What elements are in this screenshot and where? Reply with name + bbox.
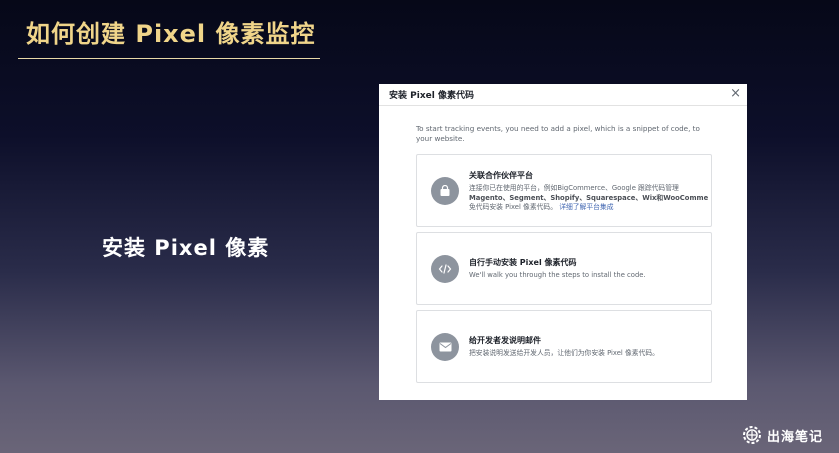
brand-name: 出海笔记 (767, 429, 824, 445)
option-desc-line: 连接你已在使用的平台，例如BigCommerce、Google 跟踪代码管理 (469, 184, 679, 192)
option-desc-line: We'll walk you through the steps to inst… (469, 271, 646, 279)
option-desc-line: 免代码安装 Pixel 像素代码。 详细了解平台集成 (469, 203, 614, 211)
dialog-header: 安装 Pixel 像素代码 × (379, 84, 747, 106)
dialog-intro-text: To start tracking events, you need to ad… (416, 124, 700, 143)
install-pixel-dialog: 安装 Pixel 像素代码 × To start tracking events… (379, 84, 747, 400)
option-title: 关联合作伙伴平台 (469, 171, 533, 180)
learn-more-link[interactable]: 详细了解平台集成 (559, 203, 613, 211)
envelope-icon (431, 333, 459, 361)
title-underline (18, 58, 320, 59)
brand-logo: 出海笔记 (741, 424, 823, 446)
slide-title: 如何创建 Pixel 像素监控 (26, 20, 316, 48)
slide-subtitle: 安装 Pixel 像素 (102, 236, 270, 260)
option-manual-install[interactable]: 自行手动安装 Pixel 像素代码 We'll walk you through… (416, 232, 712, 305)
close-icon[interactable]: × (730, 86, 741, 102)
shopping-bag-icon (431, 177, 459, 205)
option-title: 给开发者发说明邮件 (469, 336, 541, 345)
code-icon (431, 255, 459, 283)
option-partner-platform[interactable]: 关联合作伙伴平台 连接你已在使用的平台，例如BigCommerce、Google… (416, 154, 712, 227)
option-email-developer[interactable]: 给开发者发说明邮件 把安装说明发送给开发人员，让他们为你安装 Pixel 像素代… (416, 310, 712, 383)
option-title: 自行手动安装 Pixel 像素代码 (469, 258, 577, 267)
dialog-title: 安装 Pixel 像素代码 (389, 91, 474, 101)
gear-badge-icon (743, 426, 761, 444)
option-desc-line: Magento、Segment、Shopify、Squarespace、Wix和… (469, 193, 709, 202)
option-desc-line: 把安装说明发送给开发人员，让他们为你安装 Pixel 像素代码。 (469, 349, 659, 357)
